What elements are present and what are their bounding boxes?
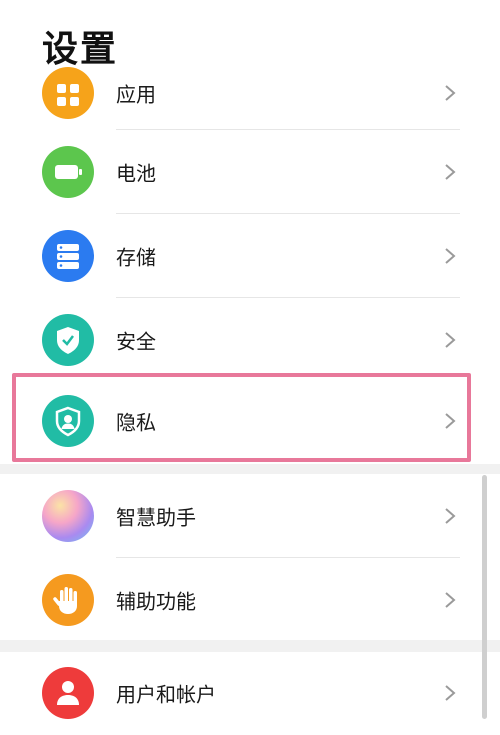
hand-icon (42, 574, 94, 626)
chevron-right-icon (445, 248, 456, 264)
settings-item-label: 安全 (116, 329, 156, 354)
scrollbar[interactable] (482, 475, 487, 719)
user-icon (42, 667, 94, 719)
chevron-right-icon (445, 164, 456, 180)
chevron-right-icon (445, 685, 456, 701)
settings-item-label: 电池 (116, 161, 156, 186)
settings-item-storage[interactable]: 存储 (0, 214, 500, 298)
battery-icon (42, 146, 94, 198)
apps-icon (42, 67, 94, 119)
chevron-right-icon (445, 85, 456, 101)
settings-item-label: 用户和帐户 (116, 682, 216, 707)
settings-item-security[interactable]: 安全 (0, 298, 500, 382)
settings-item-apps[interactable]: 应用 (0, 51, 500, 135)
settings-item-label: 智慧助手 (116, 505, 196, 530)
settings-item-label: 应用 (116, 82, 156, 107)
section-gap (0, 464, 500, 474)
settings-item-label: 存储 (116, 245, 156, 270)
shield-check-icon (42, 314, 94, 366)
settings-item-label: 辅助功能 (116, 589, 196, 614)
settings-item-accessibility[interactable]: 辅助功能 (0, 558, 500, 642)
settings-item-smart-assistant[interactable]: 智慧助手 (0, 474, 500, 558)
chevron-right-icon (445, 332, 456, 348)
settings-item-battery[interactable]: 电池 (0, 130, 500, 214)
chevron-right-icon (445, 592, 456, 608)
highlight-box (12, 373, 471, 462)
assistant-orb-icon (42, 490, 94, 542)
chevron-right-icon (445, 508, 456, 524)
storage-icon (42, 230, 94, 282)
settings-item-users-accounts[interactable]: 用户和帐户 (0, 651, 500, 735)
